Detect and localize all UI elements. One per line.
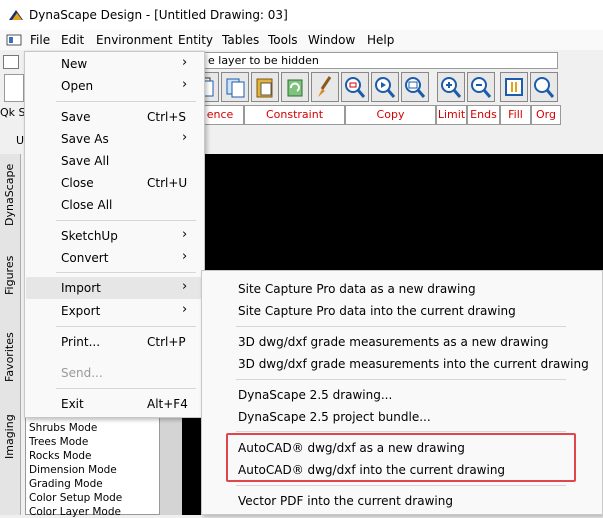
label-limit[interactable]: Limit — [436, 105, 467, 125]
app-logo-icon — [8, 8, 24, 22]
file-menu-convert[interactable]: Convert › — [24, 247, 205, 269]
import-3d-grade-new[interactable]: 3D dwg/dxf grade measurements as a new d… — [238, 335, 549, 349]
tab-u[interactable]: U — [16, 134, 24, 147]
menu-separator — [56, 272, 196, 273]
menu-separator — [236, 326, 566, 327]
menu-bar — [0, 30, 603, 50]
menu-environment[interactable]: Environment — [96, 33, 173, 47]
file-menu-export[interactable]: Export › — [24, 300, 205, 322]
import-site-capture-new[interactable]: Site Capture Pro data as a new drawing — [238, 282, 476, 296]
menu-separator — [236, 379, 566, 380]
document-menu-icon[interactable] — [6, 33, 22, 47]
import-dynascape-drawing[interactable]: DynaScape 2.5 drawing... — [238, 388, 392, 402]
list-item[interactable]: Color Setup Mode — [29, 492, 122, 504]
label-copy[interactable]: Copy — [345, 105, 436, 125]
zoom-out-icon[interactable] — [467, 72, 495, 102]
list-item[interactable]: Shrubs Mode — [29, 422, 97, 434]
import-vector-pdf[interactable]: Vector PDF into the current drawing — [238, 494, 453, 508]
paste-icon[interactable] — [251, 72, 279, 102]
zoom-in-icon[interactable] — [437, 72, 465, 102]
menu-separator — [236, 431, 566, 432]
quick-settings-label: Qk S — [0, 106, 26, 119]
hidden-layer-field[interactable]: e layer to be hidden — [203, 52, 558, 69]
tab-favorites[interactable]: Favorites — [0, 330, 20, 390]
file-menu-new[interactable]: New › — [24, 53, 205, 75]
file-menu-save[interactable]: Save Ctrl+S — [24, 106, 205, 128]
file-menu-sketchup[interactable]: SketchUp › — [24, 225, 205, 247]
toolbar-grip-icon[interactable] — [3, 55, 19, 69]
menu-separator — [236, 485, 566, 486]
new-drawing-icon[interactable] — [4, 74, 24, 102]
import-site-capture-current[interactable]: Site Capture Pro data into the current d… — [238, 304, 516, 318]
highlight-annotation — [226, 433, 576, 482]
menu-separator — [56, 101, 196, 102]
window-title: DynaScape Design - [Untitled Drawing: 03… — [29, 8, 288, 22]
label-fill[interactable]: Fill — [500, 105, 531, 125]
file-menu-close-all[interactable]: Close All — [24, 194, 205, 216]
recycle-icon[interactable] — [281, 72, 309, 102]
menu-window[interactable]: Window — [308, 33, 355, 47]
label-constraint[interactable]: Constraint — [244, 105, 345, 125]
menu-separator — [56, 388, 196, 389]
zoom-extents-icon[interactable] — [401, 72, 429, 102]
tab-figures[interactable]: Figures — [0, 250, 20, 310]
import-3d-grade-current[interactable]: 3D dwg/dxf grade measurements into the c… — [238, 357, 589, 371]
fit-icon[interactable] — [500, 72, 528, 102]
menu-tools[interactable]: Tools — [268, 33, 298, 47]
file-menu-save-all[interactable]: Save All — [24, 150, 205, 172]
list-item[interactable]: Dimension Mode — [29, 464, 117, 476]
file-menu-exit[interactable]: Exit Alt+F4 — [24, 393, 205, 415]
tab-dynascape[interactable]: DynaScape — [0, 164, 20, 238]
duplicate-icon[interactable] — [221, 72, 249, 102]
list-item[interactable]: Rocks Mode — [29, 450, 92, 462]
menu-separator — [56, 220, 196, 221]
file-menu-print[interactable]: Print... Ctrl+P — [24, 331, 205, 353]
zoom-window-icon[interactable] — [341, 72, 369, 102]
menu-help[interactable]: Help — [367, 33, 394, 47]
menu-separator — [56, 326, 196, 327]
menu-edit[interactable]: Edit — [61, 33, 84, 47]
label-org[interactable]: Org — [531, 105, 561, 125]
file-menu-close[interactable]: Close Ctrl+U — [24, 172, 205, 194]
menu-entity[interactable]: Entity — [178, 33, 213, 47]
zoom-previous-icon[interactable] — [530, 72, 558, 102]
list-item[interactable]: Grading Mode — [29, 478, 103, 490]
file-menu-import[interactable]: Import › — [26, 277, 203, 299]
file-menu-save-as[interactable]: Save As › — [24, 128, 205, 150]
tab-imaging[interactable]: Imaging — [0, 414, 20, 465]
menu-file[interactable]: File — [30, 33, 50, 47]
brush-icon[interactable] — [311, 72, 339, 102]
file-menu-open[interactable]: Open › — [24, 75, 205, 97]
menu-tables[interactable]: Tables — [222, 33, 259, 47]
zoom-pan-icon[interactable] — [371, 72, 399, 102]
list-item[interactable]: Color Layer Mode — [29, 506, 121, 518]
import-dynascape-bundle[interactable]: DynaScape 2.5 project bundle... — [238, 410, 431, 424]
list-item[interactable]: Trees Mode — [29, 436, 88, 448]
file-menu-send: Send... — [61, 366, 103, 380]
label-ends[interactable]: Ends — [467, 105, 500, 125]
